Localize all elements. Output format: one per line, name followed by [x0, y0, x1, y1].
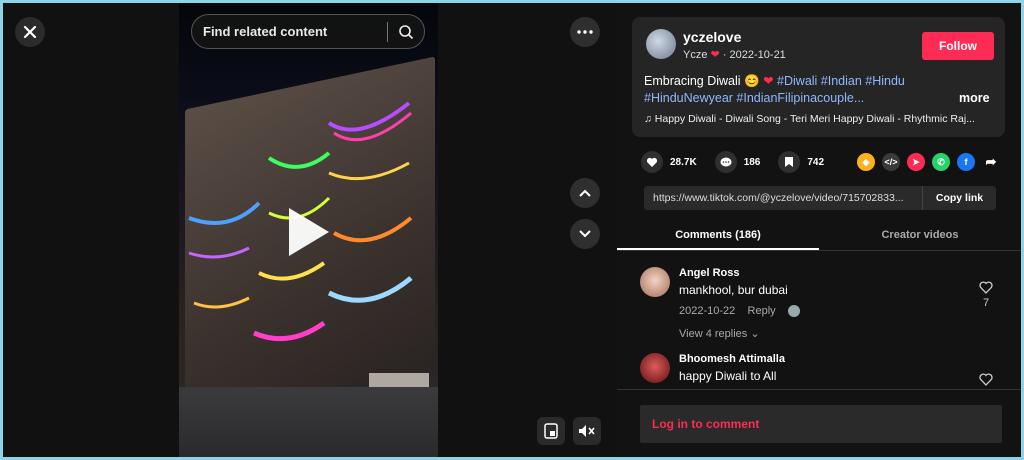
hashtags-line2[interactable]: #HinduNewyear #IndianFilipinacouple...: [644, 91, 864, 105]
heart-outline-icon: [976, 373, 996, 389]
chevron-up-icon: [579, 189, 591, 197]
post-date: 2022-10-21: [729, 49, 786, 61]
smile-emoji-icon: 😊: [740, 74, 764, 88]
engagement-stats: 28.7K 186 742: [641, 151, 842, 173]
close-button[interactable]: [15, 17, 45, 47]
facebook-icon[interactable]: f: [957, 153, 975, 171]
caption-text: Embracing Diwali: [644, 74, 741, 88]
chevron-down-icon: ⌄: [750, 328, 760, 340]
music-note-icon: ♫: [644, 113, 655, 125]
heart-emoji-icon: ❤: [707, 49, 720, 61]
next-video-button[interactable]: [570, 219, 600, 249]
caption: Embracing Diwali 😊 ❤ #Diwali #Indian #Hi…: [644, 73, 994, 107]
send-icon[interactable]: ➤: [907, 153, 925, 171]
search-bar[interactable]: Find related content: [191, 14, 425, 49]
comment-text: happy Diwali to All: [679, 369, 777, 383]
search-icon[interactable]: [398, 24, 424, 40]
comment-date: 2022-10-22: [679, 305, 736, 317]
login-to-comment-button[interactable]: Log in to comment: [640, 405, 1002, 443]
share-options: ◆ </> ➤ ✆ f ➦: [857, 153, 1007, 171]
user-meta: Ycze ❤ · 2022-10-21: [683, 49, 786, 61]
muted-speaker-icon: [579, 425, 595, 437]
street-graphic: [179, 387, 438, 457]
tab-creator-videos[interactable]: Creator videos: [819, 221, 1021, 250]
follow-button[interactable]: Follow: [922, 32, 994, 60]
comment-icon: [714, 151, 737, 173]
hashtags-line1[interactable]: #Diwali #Indian #Hindu: [777, 74, 905, 88]
panel-tabs: Comments (186) Creator videos: [617, 221, 1021, 251]
share-link-box: https://www.tiktok.com/@yczelove/video/7…: [644, 186, 996, 210]
comment-meta: 2022-10-22 Reply: [679, 305, 800, 318]
comment-like-button[interactable]: [976, 373, 996, 389]
heart-outline-icon: [976, 281, 996, 297]
divider: [617, 389, 1021, 390]
whatsapp-icon[interactable]: ✆: [932, 153, 950, 171]
comment-like-count: 7: [982, 297, 990, 309]
music-track[interactable]: ♫ Happy Diwali - Diwali Song - Teri Meri…: [644, 113, 996, 125]
video-stage: Find related content: [3, 3, 617, 457]
music-title: Happy Diwali - Diwali Song - Teri Meri H…: [654, 113, 975, 125]
save-button[interactable]: 742: [778, 151, 824, 173]
bookmark-icon: [778, 151, 801, 173]
previous-video-button[interactable]: [570, 178, 600, 208]
creator-liked-avatar: [787, 305, 800, 318]
caption-more-link[interactable]: more: [959, 91, 990, 105]
cube-icon[interactable]: ◆: [857, 153, 875, 171]
comment-author[interactable]: Angel Ross: [679, 267, 740, 279]
embed-icon[interactable]: </>: [882, 153, 900, 171]
app-frame: Find related content yczelove Ycze ❤ · 2…: [3, 3, 1021, 457]
details-panel: yczelove Ycze ❤ · 2022-10-21 Follow Embr…: [617, 3, 1021, 457]
chevron-down-icon: [579, 230, 591, 238]
close-icon: [23, 25, 37, 39]
comment-button[interactable]: 186: [714, 151, 761, 173]
avatar[interactable]: [646, 29, 676, 59]
like-count: 28.7K: [670, 156, 697, 168]
search-input[interactable]: Find related content: [203, 24, 387, 39]
search-divider: [387, 21, 388, 42]
picture-in-picture-button[interactable]: [537, 417, 565, 445]
more-options-button[interactable]: [570, 17, 600, 47]
avatar[interactable]: [640, 353, 670, 383]
nickname: Ycze: [683, 49, 708, 61]
comment-author[interactable]: Bhoomesh Attimalla: [679, 353, 785, 365]
mute-button[interactable]: [573, 417, 601, 445]
like-button[interactable]: 28.7K: [641, 151, 697, 173]
comment-item: Angel Ross mankhool, bur dubai 2022-10-2…: [640, 267, 1000, 347]
comment-item: Bhoomesh Attimalla happy Diwali to All: [640, 353, 1000, 389]
comment-text: mankhool, bur dubai: [679, 283, 788, 297]
red-heart-emoji-icon: ❤: [763, 74, 778, 88]
avatar[interactable]: [640, 267, 670, 297]
save-count: 742: [807, 156, 825, 168]
pip-icon: [544, 423, 558, 439]
copy-link-button[interactable]: Copy link: [922, 186, 996, 210]
view-replies-label: View 4 replies: [679, 328, 748, 340]
forward-icon[interactable]: ➦: [982, 153, 1000, 171]
view-replies-link[interactable]: View 4 replies ⌄: [679, 327, 760, 340]
reply-button[interactable]: Reply: [748, 305, 776, 317]
comment-count: 186: [743, 156, 761, 168]
post-card: yczelove Ycze ❤ · 2022-10-21 Follow Embr…: [632, 17, 1005, 137]
tab-comments[interactable]: Comments (186): [617, 221, 819, 250]
video-url[interactable]: https://www.tiktok.com/@yczelove/video/7…: [644, 192, 922, 204]
play-icon[interactable]: [289, 208, 329, 256]
heart-icon: [641, 151, 663, 173]
comment-like-button[interactable]: 7: [976, 281, 996, 309]
ellipsis-icon: [577, 30, 593, 34]
username[interactable]: yczelove: [683, 29, 741, 45]
